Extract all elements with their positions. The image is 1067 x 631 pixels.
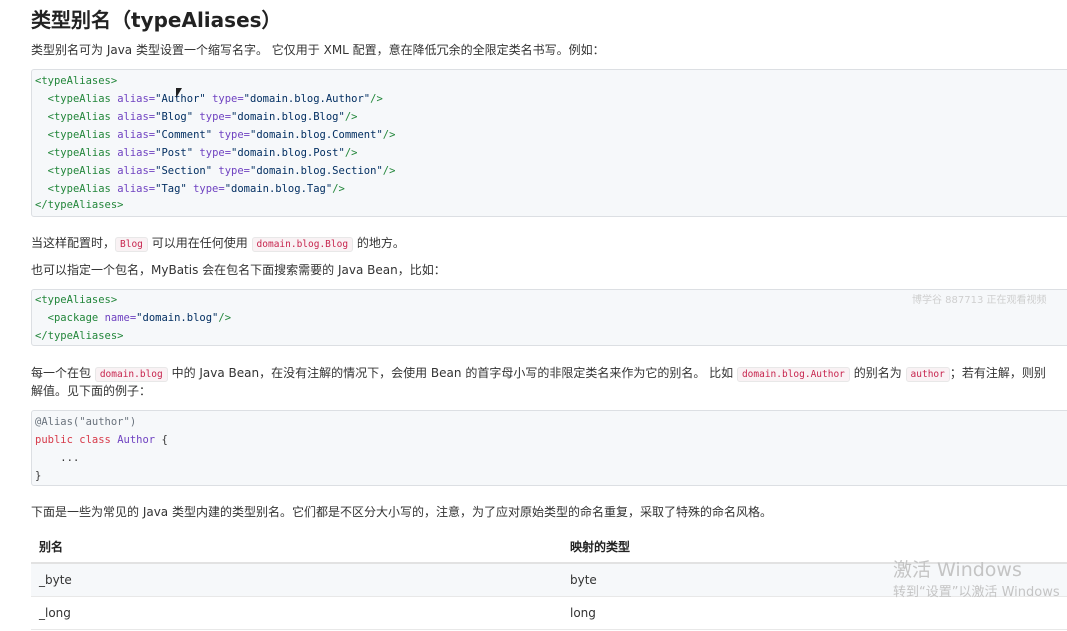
brace-open: {: [161, 434, 168, 446]
keyword-class: class: [79, 434, 111, 446]
section-heading: 类型别名（typeAliases）: [31, 8, 282, 32]
code3-annotation: @Alias("author"): [35, 416, 137, 428]
code-line-alias: <typeAlias alias="Author" type="domain.b…: [47, 93, 383, 105]
paragraph-bean-alias-line2: 解值。见下面的例子：: [31, 384, 152, 398]
paragraph-usage: 当这样配置时， Blog 可以用在任何使用 domain.blog.Blog 的地…: [31, 234, 405, 254]
keyword-public: public: [35, 434, 73, 446]
inline-code-blog: Blog: [115, 237, 148, 252]
code-line-close: </typeAliases>: [35, 199, 124, 211]
code2-line-open: <typeAliases>: [35, 294, 118, 306]
alias-value: Blog: [161, 111, 187, 123]
code-block-typealiases: <typeAliases> <typeAlias alias="Author" …: [31, 69, 1067, 217]
alias-value: Post: [161, 147, 187, 159]
mouse-cursor-icon: [176, 88, 182, 98]
type-value: domain.blog.Tag: [231, 183, 326, 195]
code3-class-decl: public class Author {: [35, 431, 168, 449]
code-line-alias: <typeAlias alias="Post" type="domain.blo…: [47, 147, 358, 159]
alias-value: Section: [161, 165, 206, 177]
viewer-watermark: 博学谷 887713 正在观看视频: [912, 295, 1047, 306]
code-line-open: <typeAliases>: [35, 75, 118, 87]
inline-code-domain-blog-blog: domain.blog.Blog: [251, 237, 354, 252]
activation-watermark-hint: 转到“设置”以激活 Windows: [893, 585, 1060, 600]
usage-text-before: 当这样配置时，: [31, 236, 116, 250]
cell-alias: _byte: [31, 563, 562, 597]
paragraph-bean-alias: 每一个在包 domain.blog 中的 Java Bean，在没有注解的情况下…: [31, 364, 1046, 384]
header-alias: 别名: [31, 530, 562, 564]
code-line-alias: <typeAlias alias="Section" type="domain.…: [47, 165, 396, 177]
code-line-alias: <typeAlias alias="Blog" type="domain.blo…: [47, 111, 358, 123]
type-value: domain.blog.Author: [250, 93, 364, 105]
bean-text-1: 每一个在包: [31, 366, 95, 380]
usage-text-after: 的地方。: [353, 236, 405, 250]
cell-alias: _long: [31, 596, 562, 630]
type-value: domain.blog.Comment: [256, 129, 377, 141]
paragraph-package: 也可以指定一个包名，MyBatis 会在包名下面搜索需要的 Java Bean，…: [31, 263, 446, 277]
bean-text-3: 的别名为: [849, 366, 906, 380]
usage-text-middle: 可以用在任何使用: [147, 236, 252, 250]
code3-body: ...: [35, 449, 79, 467]
bean-text-2: 中的 Java Bean，在没有注解的情况下，会使用 Bean 的首字母小写的非…: [167, 366, 737, 380]
intro-paragraph: 类型别名可为 Java 类型设置一个缩写名字。 它仅用于 XML 配置，意在降低…: [31, 43, 605, 57]
inline-code-domain-blog-author: domain.blog.Author: [736, 367, 850, 382]
code-line-alias: <typeAlias alias="Comment" type="domain.…: [47, 129, 396, 141]
alias-value: Comment: [161, 129, 206, 141]
paragraph-builtin-aliases: 下面是一些为常见的 Java 类型内建的类型别名。它们都是不区分大小写的，注意，…: [31, 505, 772, 519]
package-name-value: domain.blog: [142, 312, 213, 324]
bean-text-4: ；若有注解，则别: [949, 366, 1046, 380]
code-block-annotation: @Alias("author") public class Author { .…: [31, 410, 1067, 486]
class-name: Author: [117, 434, 156, 446]
code2-line-package: <package name="domain.blog"/>: [47, 312, 232, 324]
code3-ellipsis: ...: [60, 452, 80, 464]
inline-code-domain-blog: domain.blog: [94, 367, 168, 382]
type-value: domain.blog.Blog: [237, 111, 339, 123]
alias-value: Tag: [161, 183, 181, 195]
table-row: _long long: [31, 596, 1067, 630]
inline-code-author: author: [905, 367, 950, 382]
cell-type: long: [562, 596, 1067, 630]
activation-watermark-title: 激活 Windows: [893, 559, 1022, 581]
code3-brace-close: }: [35, 470, 42, 482]
type-value: domain.blog.Post: [237, 147, 339, 159]
type-value: domain.blog.Section: [256, 165, 377, 177]
code2-line-close: </typeAliases>: [35, 330, 124, 342]
